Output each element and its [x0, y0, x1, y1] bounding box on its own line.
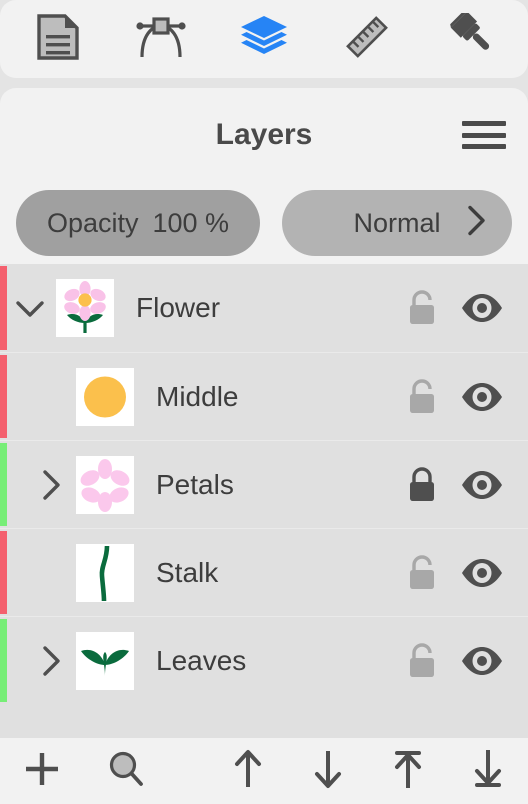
layer-name: Flower [136, 292, 221, 323]
layer-color-marker [0, 443, 7, 526]
brush-tool-button[interactable] [434, 7, 506, 71]
eye-icon[interactable] [454, 469, 510, 501]
search-layer-button[interactable] [84, 738, 168, 804]
lock-closed-icon[interactable] [394, 465, 450, 505]
search-icon [106, 749, 146, 794]
layer-thumbnail [76, 631, 134, 690]
arrow-to-bottom-icon [470, 747, 506, 796]
opacity-label: Opacity [46, 207, 139, 238]
layers-panel-app: Layers Opacity 100 % Normal Flower Middl… [0, 0, 528, 804]
layer-row[interactable]: Flower [0, 264, 528, 352]
arrow-up-icon [230, 747, 266, 796]
lock-open-icon[interactable] [394, 377, 450, 417]
layer-thumbnail [56, 279, 114, 337]
blend-mode-value: Normal [353, 207, 441, 238]
lock-open-icon[interactable] [394, 288, 450, 328]
layer-color-marker [0, 531, 7, 614]
chevron-right-icon[interactable] [30, 468, 70, 502]
node-edit-icon [133, 13, 189, 66]
page-title: Layers [215, 118, 313, 151]
arrow-down-icon [310, 747, 346, 796]
move-layer-down-button[interactable] [288, 738, 368, 804]
layer-thumbnail [76, 367, 134, 426]
ruler-icon [343, 13, 391, 66]
layer-name: Leaves [156, 644, 247, 676]
arrow-to-top-icon [390, 747, 426, 796]
layer-row[interactable]: Leaves [0, 616, 528, 704]
layer-color-marker [0, 355, 7, 438]
plus-icon [22, 749, 62, 794]
brush-icon [446, 10, 494, 66]
toolbar-panel-gap [0, 78, 528, 88]
bottom-toolbar [0, 738, 528, 804]
opacity-value: 100 % [152, 207, 230, 238]
move-layer-bottom-button[interactable] [448, 738, 528, 804]
panel-header: Layers [0, 88, 528, 182]
hamburger-menu-icon[interactable] [462, 118, 506, 152]
ruler-tool-button[interactable] [331, 7, 403, 71]
layer-row[interactable]: Stalk [0, 528, 528, 616]
hamburger-line [462, 121, 506, 126]
lock-open-icon[interactable] [394, 553, 450, 593]
move-layer-top-button[interactable] [368, 738, 448, 804]
layer-list[interactable]: Flower Middle Petals Stalk Leaves [0, 264, 528, 738]
eye-icon[interactable] [454, 292, 510, 324]
layer-color-marker [0, 266, 7, 350]
blend-mode-control[interactable]: Normal [282, 190, 512, 256]
node-edit-tool-button[interactable] [125, 7, 197, 71]
layer-thumbnail [76, 543, 134, 602]
chevron-right-icon [466, 204, 488, 243]
layer-name: Middle [156, 380, 239, 412]
layers-tool-button[interactable] [228, 7, 300, 71]
chevron-right-icon[interactable] [30, 644, 70, 678]
layer-thumbnail [76, 455, 134, 514]
eye-icon[interactable] [454, 645, 510, 677]
opacity-control[interactable]: Opacity 100 % [16, 190, 260, 256]
hamburger-line [462, 132, 506, 138]
hamburger-line [462, 144, 506, 149]
chevron-down-icon[interactable] [10, 291, 50, 325]
add-layer-button[interactable] [0, 738, 84, 804]
lock-open-icon[interactable] [394, 641, 450, 681]
eye-icon[interactable] [454, 381, 510, 413]
layer-row[interactable]: Petals [0, 440, 528, 528]
layer-row[interactable]: Middle [0, 352, 528, 440]
eye-icon[interactable] [454, 557, 510, 589]
layer-controls: Opacity 100 % Normal [0, 182, 528, 264]
layer-name: Petals [156, 468, 234, 500]
document-tool-button[interactable] [22, 7, 94, 71]
layers-icon [240, 15, 288, 64]
move-layer-up-button[interactable] [208, 738, 288, 804]
layer-name: Stalk [156, 556, 219, 588]
layer-color-marker [0, 619, 7, 702]
top-toolbar [0, 0, 528, 78]
document-icon [36, 13, 80, 66]
layers-panel: Layers Opacity 100 % Normal Flower Middl… [0, 88, 528, 804]
